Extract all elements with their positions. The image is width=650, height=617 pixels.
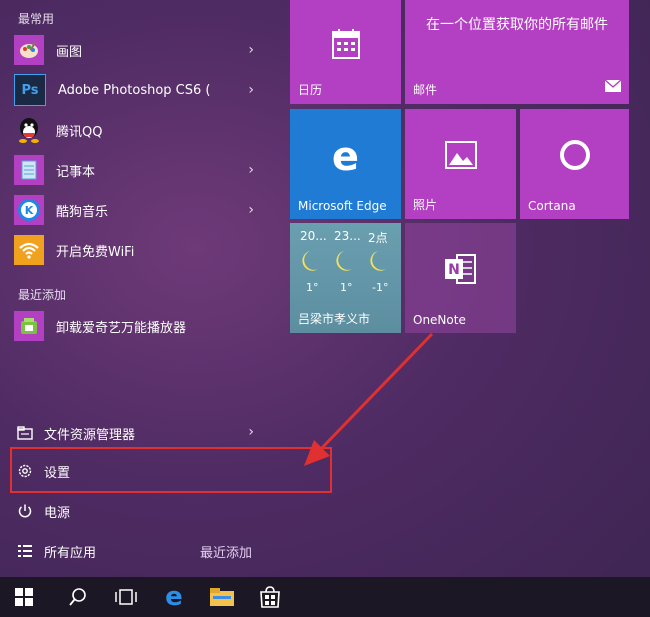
tile-label: OneNote	[413, 313, 466, 327]
weather-temp: 1°	[340, 281, 353, 294]
store-taskbar-button[interactable]	[246, 577, 294, 617]
taskbar: e	[0, 577, 650, 617]
tile-weather[interactable]: 20... 23... 2点 1° 1° -1° 吕梁市孝义市	[290, 223, 401, 333]
calendar-icon	[331, 28, 361, 64]
folder-icon	[210, 588, 234, 606]
weather-temp: 1°	[306, 281, 319, 294]
weather-temp: -1°	[372, 281, 389, 294]
start-button[interactable]	[0, 577, 48, 617]
store-icon	[260, 586, 280, 608]
edge-taskbar-button[interactable]: e	[150, 577, 198, 617]
onenote-icon: N	[443, 251, 479, 291]
edge-icon: e	[331, 134, 360, 181]
tile-edge[interactable]: e Microsoft Edge	[290, 109, 401, 219]
search-icon	[69, 588, 86, 606]
tile-label: 邮件	[413, 83, 438, 97]
tile-label: Cortana	[528, 199, 576, 213]
moon-icon	[302, 251, 386, 271]
task-view-icon	[115, 589, 137, 605]
tile-cortana[interactable]: Cortana	[520, 109, 629, 219]
mail-icon	[604, 77, 622, 96]
weather-time: 20...	[300, 229, 327, 243]
tile-label: 吕梁市孝义市	[298, 312, 371, 326]
tile-photos[interactable]: 照片	[405, 109, 516, 219]
weather-time: 23...	[334, 229, 361, 243]
windows-icon	[15, 588, 33, 606]
weather-time: 2点	[368, 231, 388, 245]
onenote-letter: N	[448, 262, 460, 278]
tile-mail[interactable]: 在一个位置获取你的所有邮件 邮件	[405, 0, 629, 104]
task-view-button[interactable]	[102, 577, 150, 617]
photos-icon	[444, 141, 477, 173]
tile-label: 日历	[298, 83, 323, 97]
file-explorer-taskbar-button[interactable]	[198, 577, 246, 617]
tile-onenote[interactable]: N OneNote	[405, 223, 516, 333]
cortana-icon	[558, 138, 592, 176]
search-button[interactable]	[54, 577, 102, 617]
edge-icon: e	[165, 582, 183, 612]
mail-promo-text: 在一个位置获取你的所有邮件	[426, 17, 608, 33]
tile-label: Microsoft Edge	[298, 199, 387, 213]
tile-calendar[interactable]: 日历	[290, 0, 401, 104]
tile-label: 照片	[413, 198, 438, 212]
